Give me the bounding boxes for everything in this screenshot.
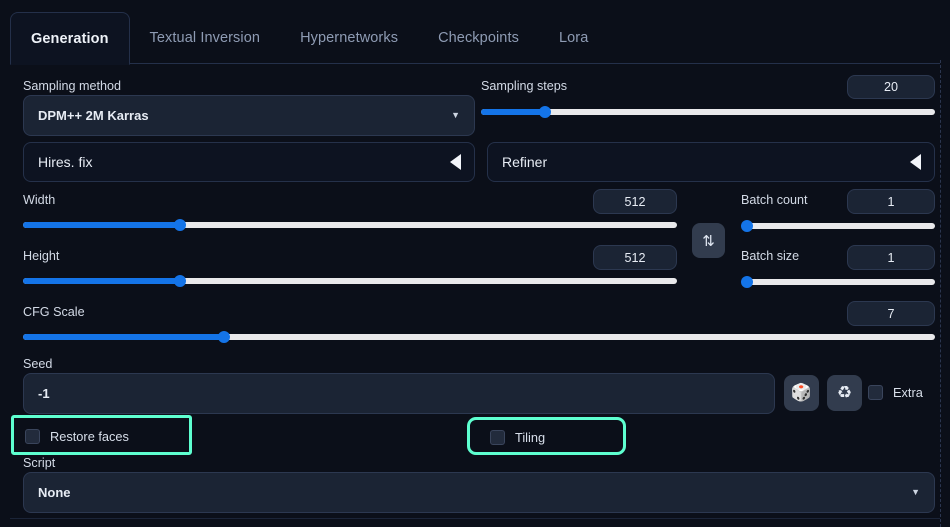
swap-dimensions-button[interactable]: ⇅: [692, 223, 725, 258]
restore-faces-checkbox-row[interactable]: Restore faces: [25, 429, 129, 444]
tiling-checkbox[interactable]: [490, 430, 505, 445]
slider-thumb[interactable]: [174, 275, 186, 287]
reuse-seed-recycle-button[interactable]: ♻: [827, 375, 862, 411]
random-seed-dice-button[interactable]: 🎲: [784, 375, 819, 411]
sampling-steps-label: Sampling steps: [481, 79, 567, 93]
slider-fill: [481, 109, 545, 115]
batch-size-value-input[interactable]: 1: [847, 245, 935, 270]
sampling-method-label: Sampling method: [23, 79, 121, 93]
slider-thumb[interactable]: [218, 331, 230, 343]
generation-settings-panel: Sampling method DPM++ 2M Karras ▼ Sampli…: [10, 64, 940, 516]
slider-track: [747, 223, 935, 229]
cfg-scale-slider[interactable]: [23, 332, 935, 342]
batch-size-slider[interactable]: [747, 277, 935, 287]
tab-textual-inversion-label: Textual Inversion: [150, 30, 261, 46]
height-value: 512: [624, 251, 645, 265]
batch-count-slider[interactable]: [747, 221, 935, 231]
seed-value: -1: [38, 386, 50, 401]
tab-hypernetworks-label: Hypernetworks: [300, 30, 398, 46]
slider-thumb[interactable]: [741, 276, 753, 288]
cfg-scale-value-input[interactable]: 7: [847, 301, 935, 326]
stable-diffusion-generation-panel: Generation Textual Inversion Hypernetwor…: [0, 0, 950, 527]
batch-count-label: Batch count: [741, 193, 808, 207]
width-label: Width: [23, 193, 55, 207]
extra-checkbox-label: Extra: [893, 385, 923, 400]
hires-fix-title: Hires. fix: [38, 154, 92, 170]
slider-track: [747, 279, 935, 285]
tiling-label: Tiling: [515, 430, 545, 445]
cfg-scale-label: CFG Scale: [23, 305, 85, 319]
recycle-icon: ♻: [837, 383, 852, 403]
batch-size-label: Batch size: [741, 249, 799, 263]
triangle-left-icon: [910, 154, 921, 170]
panel-bottom-divider: [10, 518, 940, 519]
tab-generation[interactable]: Generation: [10, 12, 130, 65]
tab-hypernetworks[interactable]: Hypernetworks: [280, 12, 418, 64]
slider-thumb[interactable]: [539, 106, 551, 118]
batch-count-value: 1: [887, 195, 894, 209]
height-label: Height: [23, 249, 59, 263]
triangle-left-icon: [450, 154, 461, 170]
chevron-down-icon: ▼: [451, 111, 460, 120]
tab-lora-label: Lora: [559, 30, 588, 46]
tab-bar: Generation Textual Inversion Hypernetwor…: [10, 12, 940, 64]
sampling-method-value: DPM++ 2M Karras: [38, 108, 149, 123]
sampling-steps-value-input[interactable]: 20: [847, 75, 935, 99]
tab-generation-label: Generation: [31, 31, 109, 47]
script-label: Script: [23, 456, 55, 470]
tab-lora[interactable]: Lora: [539, 12, 608, 64]
seed-label: Seed: [23, 357, 52, 371]
swap-dimensions-icon: ⇅: [702, 232, 715, 250]
sampling-steps-value: 20: [884, 80, 898, 94]
tab-checkpoints-label: Checkpoints: [438, 30, 519, 46]
tab-checkpoints[interactable]: Checkpoints: [418, 12, 539, 64]
restore-faces-checkbox[interactable]: [25, 429, 40, 444]
script-value: None: [38, 485, 71, 500]
slider-fill: [23, 222, 180, 228]
batch-count-value-input[interactable]: 1: [847, 189, 935, 214]
cfg-scale-value: 7: [887, 307, 894, 321]
height-slider[interactable]: [23, 276, 677, 286]
width-value: 512: [624, 195, 645, 209]
tiling-checkbox-row[interactable]: Tiling: [490, 430, 545, 445]
width-slider[interactable]: [23, 220, 677, 230]
sampling-method-select[interactable]: DPM++ 2M Karras ▼: [23, 95, 475, 136]
hires-fix-accordion[interactable]: Hires. fix: [23, 142, 475, 182]
width-value-input[interactable]: 512: [593, 189, 677, 214]
height-value-input[interactable]: 512: [593, 245, 677, 270]
refiner-accordion[interactable]: Refiner: [487, 142, 935, 182]
slider-thumb[interactable]: [174, 219, 186, 231]
restore-faces-label: Restore faces: [50, 429, 129, 444]
extra-checkbox[interactable]: [868, 385, 883, 400]
extra-checkbox-row[interactable]: Extra: [868, 385, 923, 400]
slider-thumb[interactable]: [741, 220, 753, 232]
slider-fill: [23, 278, 180, 284]
chevron-down-icon: ▼: [911, 488, 920, 497]
sampling-steps-slider[interactable]: [481, 107, 935, 117]
slider-fill: [23, 334, 224, 340]
batch-size-value: 1: [887, 251, 894, 265]
tab-textual-inversion[interactable]: Textual Inversion: [130, 12, 281, 64]
right-dashed-divider: [940, 60, 941, 527]
seed-input[interactable]: -1: [23, 373, 775, 414]
dice-icon: 🎲: [791, 383, 812, 403]
refiner-title: Refiner: [502, 154, 547, 170]
script-select[interactable]: None ▼: [23, 472, 935, 513]
